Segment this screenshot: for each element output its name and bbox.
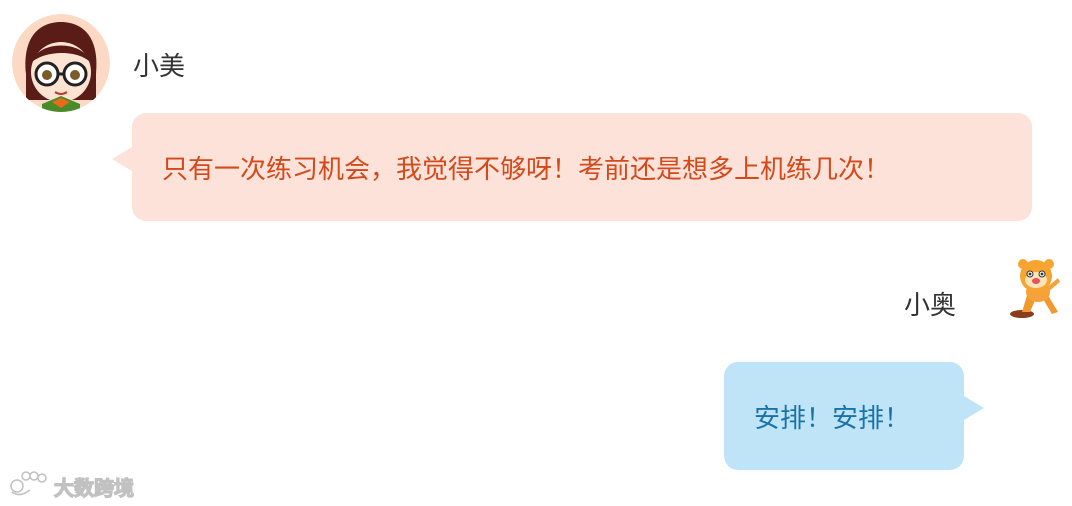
watermark: 大数跨境 — [8, 470, 135, 502]
message-bubble-right: 安排！安排！ — [724, 362, 984, 470]
message-bubble-left: 只有一次练习机会，我觉得不够呀！考前还是想多上机练几次！ — [112, 113, 1032, 221]
girl-avatar-icon — [12, 14, 110, 112]
paw-logo-icon — [8, 470, 48, 502]
orange-mascot-avatar-icon — [1006, 256, 1066, 320]
sender-name-xiaoao: 小奥 — [904, 291, 957, 321]
watermark-text: 大数跨境 — [53, 475, 134, 500]
sender-name-xiaomei: 小美 — [133, 52, 186, 82]
message-text: 只有一次练习机会，我觉得不够呀！考前还是想多上机练几次！ — [162, 154, 891, 185]
message-text: 安排！安排！ — [754, 403, 911, 434]
